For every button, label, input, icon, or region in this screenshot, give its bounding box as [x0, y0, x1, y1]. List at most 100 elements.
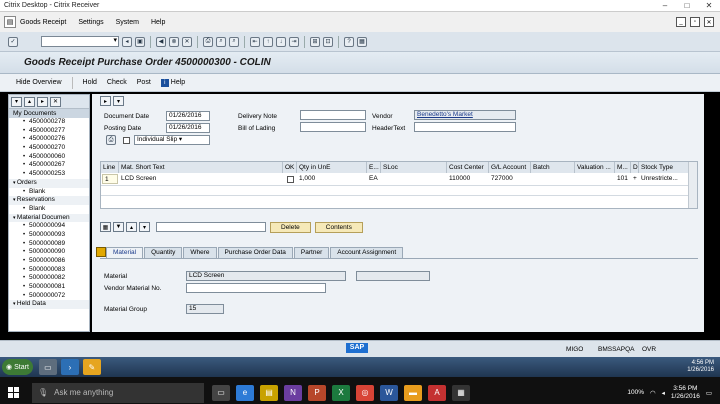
- calculator-icon[interactable]: ▦: [452, 384, 470, 401]
- material-field[interactable]: LCD Screen: [186, 271, 346, 281]
- print-slip-icon[interactable]: ⎙: [106, 135, 116, 145]
- filter-icon[interactable]: ▼: [113, 222, 124, 232]
- chrome-icon[interactable]: ◎: [356, 384, 374, 401]
- file-explorer-icon[interactable]: ▤: [260, 384, 278, 401]
- list-item[interactable]: 5000000083: [9, 266, 89, 275]
- exit-icon[interactable]: ⊗: [169, 36, 179, 47]
- table-scrollbar[interactable]: [688, 162, 697, 208]
- column-header[interactable]: Mat. Short Text: [119, 162, 283, 173]
- material-group-field[interactable]: 15: [186, 304, 224, 314]
- movement-type-cell[interactable]: 101: [615, 174, 631, 184]
- list-item[interactable]: 4500000060: [9, 153, 89, 162]
- menu-settings[interactable]: Settings: [78, 19, 103, 26]
- windows-start-icon[interactable]: [8, 386, 20, 399]
- material-documents-group[interactable]: Material Documen: [9, 213, 89, 223]
- save-icon[interactable]: ▣: [135, 36, 145, 47]
- list-item[interactable]: 4500000267: [9, 161, 89, 170]
- collapse-icon[interactable]: ▴: [24, 96, 35, 107]
- select-icon[interactable]: ▸: [37, 96, 48, 107]
- up-icon[interactable]: ▴: [126, 222, 137, 232]
- expand-icon[interactable]: ▾: [11, 96, 22, 107]
- sap-window-icon[interactable]: ▤: [4, 16, 16, 28]
- detail-toggle-icon[interactable]: [96, 247, 106, 257]
- system-clock[interactable]: 3:56 PM 1/26/2016: [671, 385, 700, 401]
- position-field[interactable]: [156, 222, 266, 232]
- powerpoint-icon[interactable]: P: [308, 384, 326, 401]
- sap-restore-icon[interactable]: ▫: [690, 17, 700, 27]
- list-item[interactable]: 5000000093: [9, 231, 89, 240]
- list-item[interactable]: 4500000253: [9, 170, 89, 179]
- list-item[interactable]: 4500000276: [9, 135, 89, 144]
- transaction-code[interactable]: MIGO: [566, 346, 583, 353]
- list-item[interactable]: 5000000090: [9, 248, 89, 257]
- column-header[interactable]: M...: [615, 162, 631, 173]
- powershell-icon[interactable]: ›: [60, 359, 79, 375]
- vendor-material-field[interactable]: [186, 283, 326, 293]
- last-page-icon[interactable]: ⇥: [289, 36, 299, 47]
- column-header[interactable]: Valuation ...: [575, 162, 615, 173]
- list-item[interactable]: 5000000086: [9, 257, 89, 266]
- delete-icon[interactable]: ✕: [50, 96, 61, 107]
- layout-menu-icon[interactable]: ▦: [357, 36, 367, 47]
- list-item[interactable]: 5000000081: [9, 283, 89, 292]
- contents-button[interactable]: Contents: [314, 221, 363, 233]
- collapse-icon[interactable]: ◂: [122, 36, 132, 47]
- tab-purchase-order-data[interactable]: Purchase Order Data: [217, 247, 293, 258]
- list-item[interactable]: Blank: [9, 188, 89, 197]
- delete-button[interactable]: Delete: [270, 221, 311, 233]
- menu-help[interactable]: Help: [151, 19, 165, 26]
- reservations-group[interactable]: Reservations: [9, 196, 89, 205]
- post-button[interactable]: Post: [137, 79, 151, 86]
- start-button[interactable]: ◉ Start: [2, 359, 33, 375]
- desktop-icon[interactable]: ▭: [38, 359, 57, 375]
- mat-short-text-cell[interactable]: LCD Screen: [119, 174, 279, 184]
- hide-overview-button[interactable]: Hide Overview: [16, 79, 62, 86]
- bill-of-lading-field[interactable]: [300, 122, 366, 132]
- sap-close-icon[interactable]: ✕: [704, 17, 714, 27]
- column-header[interactable]: Stock Type: [639, 162, 689, 173]
- list-item[interactable]: 4500000277: [9, 127, 89, 136]
- close-icon[interactable]: ✕: [698, 1, 720, 10]
- excel-icon[interactable]: X: [332, 384, 350, 401]
- column-header[interactable]: SLoc: [381, 162, 447, 173]
- list-item[interactable]: 4500000270: [9, 144, 89, 153]
- my-documents-header[interactable]: My Documents: [9, 109, 89, 118]
- delivery-note-field[interactable]: [300, 110, 366, 120]
- material-number-field[interactable]: [356, 271, 430, 281]
- help-icon[interactable]: ?: [344, 36, 354, 47]
- cancel-icon[interactable]: ✕: [182, 36, 192, 47]
- print-icon[interactable]: ⎙: [203, 36, 213, 47]
- list-item[interactable]: 4500000278: [9, 118, 89, 127]
- notifications-icon[interactable]: ▭: [706, 389, 712, 397]
- battery-indicator[interactable]: 100%: [627, 389, 644, 396]
- onenote-icon[interactable]: N: [284, 384, 302, 401]
- new-session-icon[interactable]: ⊞: [310, 36, 320, 47]
- d-cell[interactable]: +: [631, 174, 639, 184]
- check-button[interactable]: Check: [107, 79, 127, 86]
- cost-center-cell[interactable]: 110000: [447, 174, 487, 184]
- back-icon[interactable]: ◀: [156, 36, 166, 47]
- collapse-header-icon[interactable]: ▾: [113, 96, 124, 106]
- vendor-field[interactable]: Benedetto's Market: [414, 110, 516, 120]
- column-header[interactable]: Qty in UnE: [297, 162, 367, 173]
- minimize-icon[interactable]: –: [654, 1, 676, 10]
- column-header[interactable]: Batch: [531, 162, 575, 173]
- menu-system[interactable]: System: [116, 19, 139, 26]
- item-ok-checkbox[interactable]: [287, 176, 294, 183]
- held-data-group[interactable]: Held Data: [9, 300, 89, 310]
- column-header[interactable]: E...: [367, 162, 381, 173]
- prev-page-icon[interactable]: ↑: [263, 36, 273, 47]
- tab-quantity[interactable]: Quantity: [144, 247, 183, 258]
- word-icon[interactable]: W: [380, 384, 398, 401]
- tab-where[interactable]: Where: [183, 247, 217, 258]
- find-icon[interactable]: ⌕: [216, 36, 226, 47]
- list-item[interactable]: 5000000072: [9, 292, 89, 301]
- volume-icon[interactable]: ◂: [662, 389, 665, 397]
- qty-cell[interactable]: 1,000: [297, 174, 365, 184]
- command-field[interactable]: [41, 36, 119, 47]
- select-all-icon[interactable]: ▦: [100, 222, 111, 232]
- next-page-icon[interactable]: ↓: [276, 36, 286, 47]
- column-header[interactable]: OK: [283, 162, 297, 173]
- unit-cell[interactable]: EA: [367, 174, 381, 184]
- expand-header-icon[interactable]: ▸: [100, 96, 111, 106]
